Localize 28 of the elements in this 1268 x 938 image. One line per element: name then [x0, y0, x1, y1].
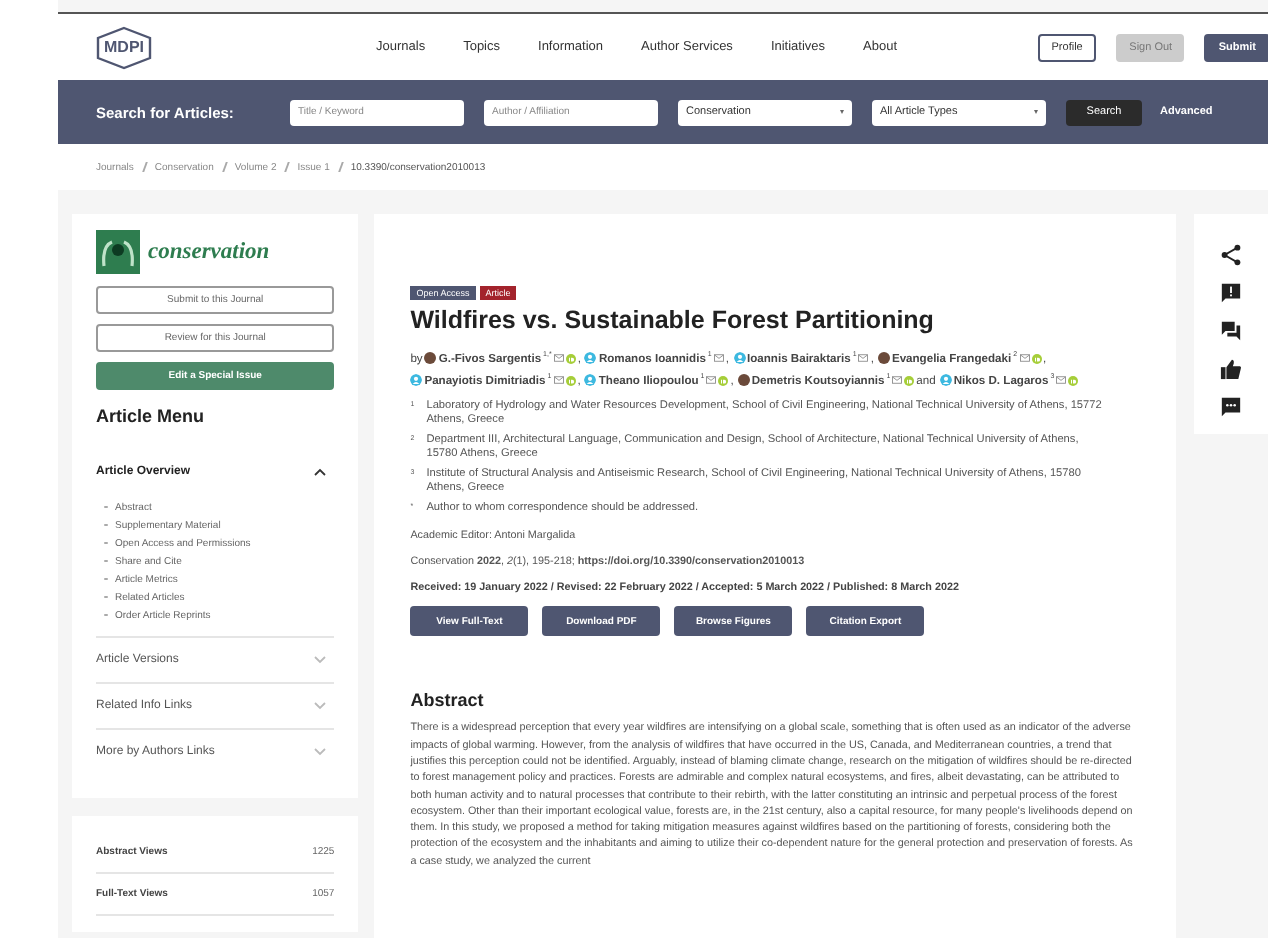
menu-title: Article Menu	[96, 406, 207, 426]
orcid-icon[interactable]	[1031, 353, 1042, 364]
chevron-icon[interactable]	[314, 468, 327, 476]
envelope-icon[interactable]	[892, 375, 903, 384]
envelope-icon[interactable]	[1056, 375, 1067, 384]
envelope-icon[interactable]	[553, 353, 564, 362]
orcid-icon[interactable]	[1068, 375, 1079, 386]
comments-icon[interactable]	[1220, 320, 1243, 342]
alert-message-icon[interactable]	[1220, 282, 1243, 304]
article-title: Wildfires vs. Sustainable Forest Partitioning	[410, 306, 936, 334]
envelope-icon[interactable]	[1019, 353, 1030, 362]
orcid-icon[interactable]	[904, 375, 915, 386]
share-icon[interactable]	[1220, 244, 1243, 266]
journal-logo-icon	[96, 230, 140, 274]
envelope-icon[interactable]	[553, 375, 564, 384]
logo-icon[interactable]: MDPI	[94, 25, 154, 69]
caret-icon	[1034, 110, 1038, 114]
envelope-icon[interactable]	[858, 353, 869, 362]
envelope-icon[interactable]	[706, 375, 717, 384]
caret-icon	[840, 110, 844, 114]
journal-name[interactable]: conservation	[148, 240, 270, 264]
chat-icon[interactable]	[1220, 396, 1243, 418]
envelope-icon[interactable]	[713, 353, 724, 362]
orcid-icon[interactable]	[565, 353, 576, 364]
orcid-icon[interactable]	[718, 375, 729, 386]
abstract-heading: Abstract	[410, 690, 486, 711]
orcid-icon[interactable]	[565, 375, 576, 386]
thumbs-up-icon[interactable]	[1220, 358, 1243, 380]
